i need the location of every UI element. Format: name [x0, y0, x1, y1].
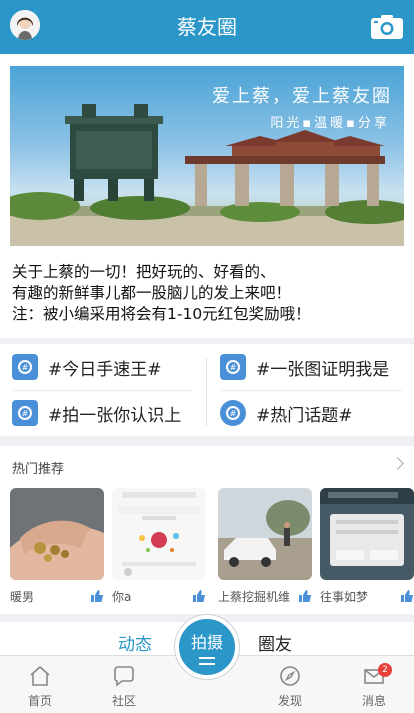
home-icon — [30, 665, 50, 686]
card-image — [320, 488, 414, 580]
divider — [206, 358, 207, 426]
camera-icon[interactable] — [370, 14, 404, 40]
thumbs-up-icon[interactable] — [90, 588, 104, 602]
banner-image[interactable]: 爱上蔡，爱上蔡友圈 阳光▪温暖▪分享 — [10, 66, 404, 246]
nav-label: 消息 — [361, 694, 386, 708]
nav-label: 发现 — [277, 694, 302, 708]
hashtag-icon: # — [12, 354, 38, 380]
nav-home[interactable]: 首页 — [10, 664, 70, 709]
banner-title: 爱上蔡，爱上蔡友圈 — [212, 86, 392, 107]
top-header: 蔡友圈 — [0, 0, 414, 54]
page-title: 蔡友圈 — [177, 15, 237, 39]
hashtag-icon: # — [220, 400, 246, 426]
card-image — [10, 488, 104, 580]
tab-friends[interactable]: 圈友 — [258, 630, 292, 655]
menu-lines-icon — [199, 657, 215, 665]
message-count-badge: 2 — [378, 663, 392, 677]
topic-item[interactable]: # #今日手速王# — [12, 344, 208, 390]
topic-label: #热门话题# — [256, 405, 353, 426]
topic-item[interactable]: # #一张图证明我是 — [220, 344, 414, 390]
shoot-label: 拍摄 — [190, 633, 223, 652]
banner-section: 爱上蔡，爱上蔡友圈 阳光▪温暖▪分享 关于上蔡的一切！把好玩的、好看的、 有趣的… — [0, 54, 414, 338]
card-caption: 上蔡挖掘机维 — [218, 590, 291, 604]
recommend-card[interactable]: 上蔡挖掘机维 — [218, 488, 312, 605]
recommend-card[interactable]: 暖男 — [10, 488, 104, 605]
shoot-button[interactable]: 拍摄 — [175, 615, 239, 679]
chat-bubble-icon — [114, 666, 134, 687]
topic-label: #今日手速王# — [48, 359, 162, 380]
intro-text: 关于上蔡的一切！把好玩的、好看的、 有趣的新鲜事儿都一股脑儿的发上来吧！ 注：被… — [12, 262, 404, 325]
topic-item[interactable]: # #热门话题# — [220, 390, 414, 436]
nav-community[interactable]: 社区 — [94, 664, 154, 709]
topic-grid: # #今日手速王# # #一张图证明我是 # #拍一张你认识上 # #热门话题# — [0, 344, 414, 436]
divider — [12, 390, 192, 391]
nav-label: 首页 — [27, 694, 52, 708]
card-caption: 你a — [112, 590, 132, 604]
card-image — [218, 488, 312, 580]
intro-line: 关于上蔡的一切！把好玩的、好看的、 — [12, 263, 276, 281]
nav-messages[interactable]: 消息 — [344, 664, 404, 709]
card-image — [112, 488, 206, 580]
intro-line: 有趣的新鲜事儿都一股脑儿的发上来吧！ — [12, 284, 292, 302]
chevron-right-icon[interactable] — [391, 457, 404, 470]
topic-label: #拍一张你认识上 — [48, 405, 182, 426]
intro-line: 注：被小编采用将会有1-10元红包奖励哦！ — [12, 305, 311, 323]
section-title: 热门推荐 — [12, 462, 65, 477]
banner-subtitle: 阳光▪温暖▪分享 — [270, 116, 390, 131]
recommend-card[interactable]: 你a — [112, 488, 206, 605]
nav-label: 社区 — [111, 694, 136, 708]
thumbs-up-icon[interactable] — [298, 588, 312, 602]
tab-feed[interactable]: 动态 — [118, 630, 152, 655]
thumbs-up-icon[interactable] — [400, 588, 414, 602]
divider — [220, 390, 402, 391]
recommend-section: 热门推荐 暖男 你a 上蔡挖掘机维 往事如梦 — [0, 446, 414, 614]
hashtag-icon: # — [12, 400, 38, 426]
topic-label: #一张图证明我是 — [256, 359, 390, 380]
topic-item[interactable]: # #拍一张你认识上 — [12, 390, 208, 436]
thumbs-up-icon[interactable] — [192, 588, 206, 602]
recommend-card[interactable]: 往事如梦 — [320, 488, 414, 605]
compass-icon — [280, 666, 300, 686]
card-caption: 暖男 — [10, 590, 35, 604]
nav-discover[interactable]: 发现 — [260, 664, 320, 709]
hashtag-icon: # — [220, 354, 246, 380]
card-caption: 往事如梦 — [320, 590, 369, 604]
